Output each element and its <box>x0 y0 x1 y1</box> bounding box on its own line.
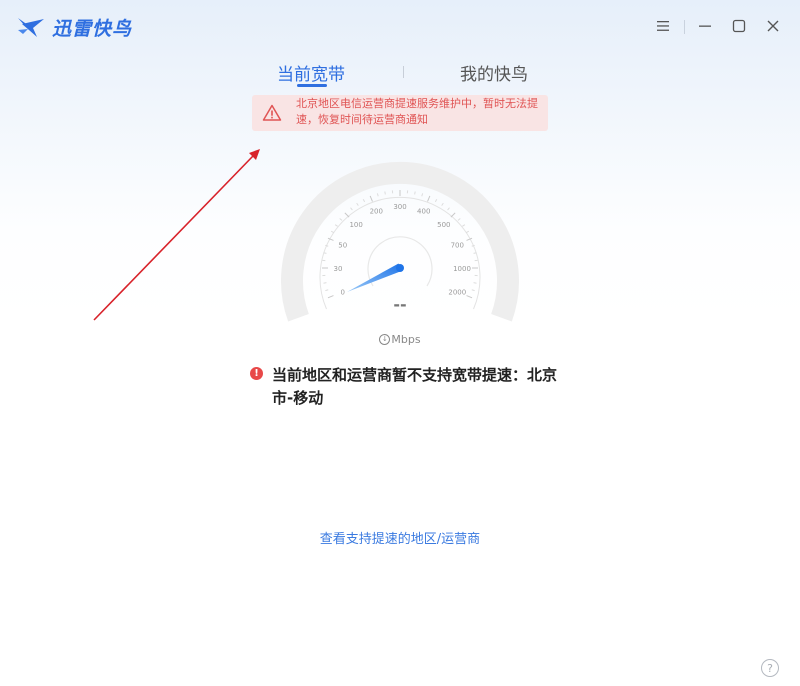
gauge-needle-hub <box>396 264 404 272</box>
gauge-minor-tick <box>323 252 327 254</box>
app-name: 迅雷快鸟 <box>52 17 133 40</box>
gauge-tick-label: 50 <box>338 241 347 249</box>
unsupported-region-message: 当前地区和运营商暂不支持宽带提速：北京市-移动 <box>272 366 558 407</box>
gauge-minor-tick <box>325 289 329 292</box>
tab-my-kuainiao[interactable]: 我的快鸟 <box>456 60 532 85</box>
hamburger-menu-icon[interactable] <box>653 16 673 36</box>
speed-unit: ↓ Mbps <box>370 333 430 346</box>
maintenance-warning-banner: 北京地区电信运营商提速服务维护中，暂时无法提速，恢复时间待运营商通知 <box>252 95 548 131</box>
gauge-tick-label: 100 <box>349 221 362 229</box>
gauge-minor-tick <box>441 202 444 206</box>
gauge-tick-label: 30 <box>334 265 343 273</box>
tab-current-broadband[interactable]: 当前宽带 <box>270 60 352 85</box>
gauge-tick-label: 400 <box>417 208 430 216</box>
gauge-minor-tick <box>323 282 327 284</box>
gauge-minor-tick <box>325 244 329 247</box>
gauge-major-tick <box>369 195 373 202</box>
app-logo: 迅雷快鸟 <box>16 14 132 40</box>
gauge-minor-tick <box>362 198 366 203</box>
speed-value: -- <box>393 295 406 314</box>
banner-message: 北京地区电信运营商提速服务维护中，暂时无法提速，恢复时间待运营商通知 <box>296 97 538 126</box>
app-window: 迅雷快鸟 当前宽带 我的快鸟 北京地区电信运营商提速服务维护中，暂时无法提速，恢… <box>0 0 800 686</box>
speed-unit-label: Mbps <box>391 333 421 346</box>
warning-triangle-icon <box>262 104 282 121</box>
gauge-tick-label: 300 <box>393 203 406 211</box>
maximize-icon[interactable] <box>729 16 749 36</box>
gauge-minor-tick <box>334 224 338 227</box>
gauge-minor-tick <box>434 198 438 203</box>
gauge-minor-tick <box>471 289 475 292</box>
active-tab-indicator <box>297 84 327 87</box>
gauge-minor-tick <box>384 191 386 195</box>
gauge-minor-tick <box>350 207 353 211</box>
error-circle-icon: ! <box>250 367 263 380</box>
gauge-minor-tick <box>447 207 450 211</box>
gauge-major-tick <box>427 195 431 202</box>
gauge-minor-tick <box>339 218 343 221</box>
gauge-minor-tick <box>473 282 477 284</box>
gauge-major-tick <box>466 295 473 299</box>
gauge-minor-tick <box>376 193 379 197</box>
gauge-minor-tick <box>462 224 466 227</box>
gauge-major-tick <box>344 212 350 218</box>
gauge-minor-tick <box>356 202 359 206</box>
tab-divider <box>403 66 404 78</box>
download-arrow-icon: ↓ <box>379 334 391 345</box>
gauge-minor-tick <box>421 193 424 197</box>
gauge-minor-tick <box>471 244 475 247</box>
speed-gauge: 0 30 50 100 200 300 400 500 700 1000 2000 -- <box>281 161 519 322</box>
title-bar-divider <box>684 20 685 34</box>
gauge-tick-label: 0 <box>340 289 344 297</box>
gauge-tick-label: 1000 <box>453 265 471 273</box>
gauge-major-tick <box>327 295 334 299</box>
gauge-minor-tick <box>330 230 335 234</box>
gauge-minor-tick <box>465 230 470 234</box>
gauge-tick-label: 2000 <box>448 289 466 297</box>
gauge-needle <box>347 263 402 292</box>
help-question-icon[interactable]: ? <box>761 659 779 677</box>
gauge-tick-label: 500 <box>437 221 450 229</box>
gauge-minor-tick <box>414 191 416 195</box>
gauge-major-tick <box>450 212 456 218</box>
bird-logo-icon <box>18 18 44 37</box>
gauge-minor-tick <box>457 218 461 221</box>
gauge-tick-label: 200 <box>370 208 383 216</box>
supported-regions-link[interactable]: 查看支持提速的地区/运营商 <box>300 528 500 547</box>
gauge-tick-labels: 0 30 50 100 200 300 400 500 700 1000 2000 <box>334 203 471 297</box>
gauge-minor-tick <box>473 252 477 254</box>
gauge-tick-label: 700 <box>451 241 464 249</box>
minimize-icon[interactable] <box>695 16 715 36</box>
close-icon[interactable] <box>763 16 783 36</box>
